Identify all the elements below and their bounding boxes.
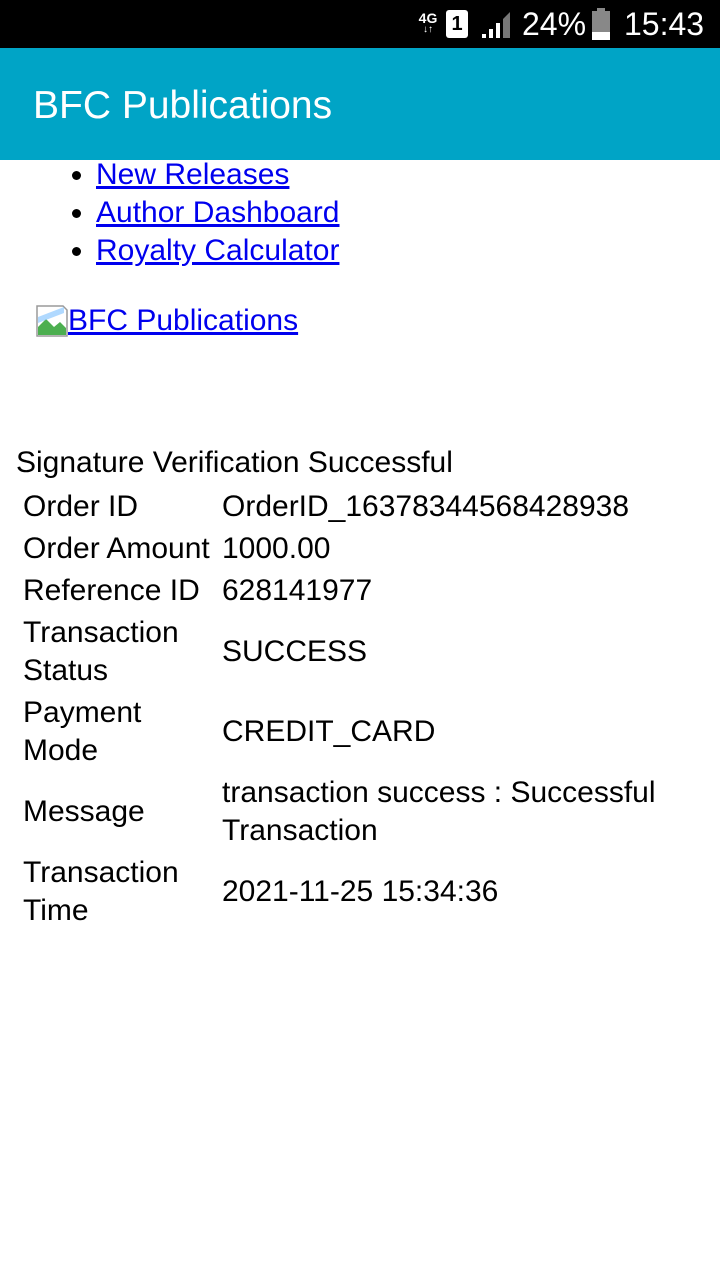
battery-icon <box>592 8 610 40</box>
table-row: Transaction Time 2021-11-25 15:34:36 <box>22 854 692 930</box>
network-type-indicator: 4G ↓↑ <box>416 11 440 37</box>
app-title: BFC Publications <box>33 84 333 127</box>
reference-id-value: 628141977 <box>222 574 373 607</box>
author-dashboard-link[interactable]: Author Dashboard <box>96 196 340 229</box>
transaction-time-value: 2021-11-25 15:34:36 <box>222 875 499 908</box>
transaction-status-value: SUCCESS <box>222 635 368 668</box>
order-amount-value: 1000.00 <box>222 532 331 565</box>
app-bar: BFC Publications <box>0 48 720 160</box>
clock: 15:43 <box>624 6 705 42</box>
order-id-value: OrderID_16378344568428938 <box>222 490 630 523</box>
table-row: Transaction Status SUCCESS <box>22 614 692 690</box>
order-id-label: Order ID <box>23 490 139 523</box>
transaction-time-label: Transaction Time <box>23 856 179 927</box>
nav-list: New Releases Author Dashboard Royalty Ca… <box>96 156 340 270</box>
logo-link[interactable]: BFC Publications <box>36 302 298 340</box>
order-amount-label: Order Amount <box>23 532 210 565</box>
payment-mode-value: CREDIT_CARD <box>222 715 436 748</box>
data-activity-icon: ↓↑ <box>423 24 433 35</box>
transaction-details-table: Order ID OrderID_16378344568428938 Order… <box>16 484 698 934</box>
broken-image-icon <box>36 305 68 337</box>
message-label: Message <box>23 795 145 828</box>
verification-message: Signature Verification Successful <box>16 446 453 479</box>
message-value: transaction success : Successful Transac… <box>222 776 656 847</box>
royalty-calculator-link[interactable]: Royalty Calculator <box>96 234 339 267</box>
table-row: Order Amount 1000.00 <box>22 530 692 568</box>
status-bar: 4G ↓↑ 1 24% 15:43 <box>0 0 720 48</box>
battery-percent: 24% <box>522 6 587 42</box>
new-releases-link[interactable]: New Releases <box>96 158 289 191</box>
logo-alt-text: BFC Publications <box>68 304 299 337</box>
payment-mode-label: Payment Mode <box>23 696 142 767</box>
table-row: Payment Mode CREDIT_CARD <box>22 694 692 770</box>
nav-item-author-dashboard: Author Dashboard <box>96 194 340 232</box>
nav-item-royalty-calculator: Royalty Calculator <box>96 232 340 270</box>
sim-slot-icon: 1 <box>446 10 468 38</box>
table-row: Reference ID 628141977 <box>22 572 692 610</box>
signal-strength-icon <box>482 12 510 38</box>
reference-id-label: Reference ID <box>23 574 200 607</box>
nav-item-new-releases: New Releases <box>96 156 340 194</box>
table-row: Message transaction success : Successful… <box>22 774 692 850</box>
transaction-status-label: Transaction Status <box>23 616 179 687</box>
table-row: Order ID OrderID_16378344568428938 <box>22 488 692 526</box>
